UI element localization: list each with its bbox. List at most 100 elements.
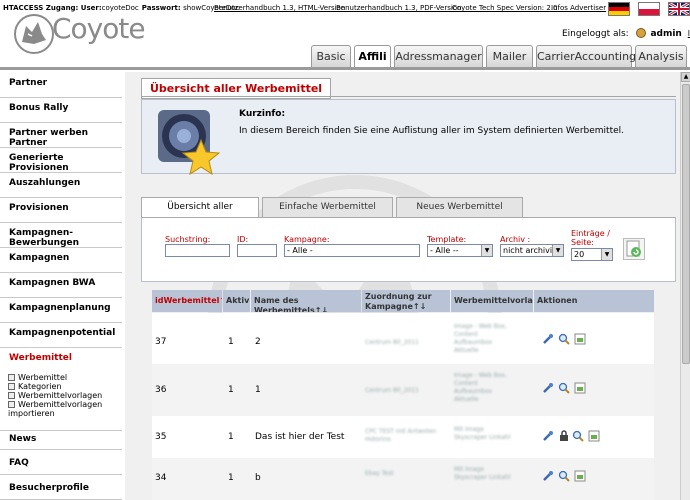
- preview-image-icon[interactable]: [574, 333, 586, 345]
- list-icon: [8, 374, 15, 381]
- htaccess-info: HTACCESS Zugang: User:coyoteDoc Passwort:…: [3, 4, 239, 12]
- lock-icon[interactable]: [558, 430, 570, 442]
- sidebar-item-kampagnenplanung[interactable]: Kampagnenplanung: [0, 303, 122, 323]
- refresh-icon: [626, 240, 641, 257]
- edit-tool-icon[interactable]: [542, 430, 554, 442]
- cell-id: 35: [155, 432, 167, 442]
- tab-adressmanager[interactable]: Adressmanager: [394, 45, 483, 67]
- cell-name: Das ist hier der Test: [255, 432, 345, 442]
- eintraege-select[interactable]: 20 ▼: [571, 248, 613, 261]
- list-icon: [8, 392, 15, 399]
- edit-tool-icon[interactable]: [542, 470, 554, 482]
- suchstring-input[interactable]: [165, 244, 230, 257]
- title-underline: [141, 96, 676, 97]
- archiv-select[interactable]: nicht archiviert ▼: [500, 244, 564, 257]
- preview-image-icon[interactable]: [574, 382, 586, 394]
- col-header-id[interactable]: idWerbemittel↑↓: [152, 290, 222, 312]
- sidebar-item-provisionen[interactable]: Provisionen: [0, 203, 122, 223]
- edit-tool-icon[interactable]: [542, 333, 554, 345]
- sidebar-sub-werbemittelvorlagen[interactable]: Werbemittelvorlagen: [8, 391, 102, 400]
- col-header-vorlage: Werbemittelvorlage: [451, 290, 533, 312]
- table-row: 36 1 1 Centrum 80_2011 Image - Web Box, …: [152, 364, 654, 416]
- tab-carrieraccounting[interactable]: CarrierAccounting: [536, 45, 636, 67]
- sidebar-sub-kategorien[interactable]: Kategorien: [8, 382, 62, 391]
- chevron-down-icon: ▼: [481, 245, 492, 256]
- tab-affili[interactable]: Affili: [354, 45, 391, 68]
- link-handbook-html[interactable]: Benutzerhandbuch 1.3, HTML-Version: [214, 4, 345, 12]
- sidebar-item-kampagnenpotential[interactable]: Kampagnenpotential: [0, 328, 122, 348]
- edit-tool-icon[interactable]: [542, 382, 554, 394]
- id-label: ID:: [237, 235, 249, 244]
- sidebar-item-besucherprofile[interactable]: Besucherprofile: [0, 480, 122, 500]
- htaccess-user: coyoteDoc: [101, 4, 139, 12]
- tab-basic[interactable]: Basic: [311, 45, 351, 67]
- sidebar-item-kampagnen-bwa[interactable]: Kampagnen BWA: [0, 278, 122, 298]
- cell-vorlage: Image - Web Box, Content Aufbaumbox Aktu…: [454, 323, 507, 354]
- sidebar-item-partner-werben[interactable]: Partner werben Partner: [0, 128, 122, 148]
- info-box: Kurzinfo: In diesem Bereich finden Sie e…: [141, 99, 676, 176]
- sub-tabs: Übersicht aller Werbemittel Einfache Wer…: [141, 197, 676, 231]
- tab-mailer[interactable]: Mailer: [486, 45, 533, 67]
- search-icon[interactable]: [572, 430, 584, 442]
- flag-pl-icon[interactable]: [638, 2, 660, 16]
- link-infos-advertiser[interactable]: Infos Advertiser: [551, 4, 606, 12]
- subtab-einfache-anlegen[interactable]: Einfache Werbemittel anlegen: [262, 197, 393, 231]
- list-icon: [8, 401, 15, 408]
- chevron-down-icon: ▼: [601, 249, 612, 260]
- sidebar-item-bonus-rally[interactable]: Bonus Rally: [0, 103, 122, 123]
- link-tech-spec[interactable]: Coyote Tech Spec Version: 2.0: [452, 4, 558, 12]
- cell-vorlage: Mit Image Skyscraper Linkahl: [454, 426, 511, 441]
- logged-in-label: Eingeloggt als:: [562, 29, 629, 39]
- cell-aktiv: 1: [228, 473, 234, 483]
- suchstring-label: Suchstring:: [165, 235, 211, 244]
- cell-aktiv: 1: [228, 337, 234, 347]
- col-header-kampagne[interactable]: Zuordnung zur Kampagne↑↓: [362, 290, 450, 312]
- sidebar-item-kampagnen[interactable]: Kampagnen: [0, 253, 122, 273]
- preview-image-icon[interactable]: [588, 430, 600, 442]
- cell-kampagne: Ebay Test: [365, 470, 394, 477]
- sidebar-sub-vorlagen-importieren[interactable]: Werbemittelvorlagen importieren: [8, 400, 108, 418]
- sidebar-item-news[interactable]: News: [0, 430, 122, 450]
- cell-name: 1: [255, 385, 261, 395]
- table-row: 34 1 b Ebay Test Mit Image Skyscraper Li…: [152, 458, 654, 500]
- scrollbar-thumb[interactable]: [682, 84, 690, 364]
- template-select[interactable]: - Alle -- ▼: [427, 244, 493, 257]
- search-icon[interactable]: [558, 333, 570, 345]
- chevron-down-icon: ▼: [552, 245, 563, 256]
- main-tabs: Basic Affili Adressmanager Mailer Carrie…: [0, 45, 690, 68]
- table-row: 37 1 2 Centrum 80_2011 Image - Web Box, …: [152, 313, 654, 364]
- vertical-scrollbar[interactable]: ▲: [680, 72, 690, 500]
- subtab-overview[interactable]: Übersicht aller Werbemittel: [141, 197, 259, 231]
- search-icon[interactable]: [558, 470, 570, 482]
- cell-name: b: [255, 473, 261, 483]
- scroll-up-icon[interactable]: ▲: [681, 72, 690, 82]
- tab-divider: [0, 67, 690, 70]
- info-text: In diesem Bereich finden Sie eine Auflis…: [239, 126, 624, 136]
- sidebar-item-kampagnen-bewerbungen[interactable]: Kampagnen-Bewerbungen: [0, 228, 122, 248]
- sidebar-item-partner[interactable]: Partner: [0, 78, 122, 98]
- subtab-neues-definieren[interactable]: Neues Werbemittel definieren: [396, 197, 523, 231]
- refresh-button[interactable]: [623, 238, 645, 260]
- sidebar-item-faq[interactable]: FAQ: [0, 455, 122, 475]
- flag-uk-icon[interactable]: [668, 2, 690, 16]
- sidebar-sub-label: Werbemittelvorlagen importieren: [8, 400, 103, 418]
- eintraege-value: 20: [574, 250, 585, 259]
- flag-de-icon[interactable]: [608, 2, 630, 16]
- cell-vorlage: Mit Image Skyscraper Linkahl: [454, 466, 511, 481]
- sidebar: Partner Bonus Rally Partner werben Partn…: [0, 72, 125, 500]
- cell-name: 2: [255, 337, 261, 347]
- link-handbook-pdf[interactable]: Benutzerhandbuch 1.3, PDF-Version: [336, 4, 462, 12]
- sidebar-sub-label: Werbemittelvorlagen: [18, 391, 103, 400]
- col-header-name[interactable]: Name des Werbemittels↑↓: [251, 290, 361, 312]
- preview-image-icon[interactable]: [574, 470, 586, 482]
- eintraege-label: Einträge /: [571, 229, 610, 238]
- kampagne-select[interactable]: - Alle -: [284, 244, 420, 257]
- sidebar-sub-werbemittel[interactable]: Werbemittel: [8, 373, 67, 382]
- id-input[interactable]: [237, 244, 277, 257]
- sidebar-item-werbemittel[interactable]: Werbemittel: [0, 353, 122, 370]
- tab-analysis[interactable]: Analysis: [635, 45, 687, 67]
- flag-uk-graphic: [669, 3, 689, 15]
- sidebar-item-auszahlungen[interactable]: Auszahlungen: [0, 178, 122, 198]
- sidebar-item-generierte-provisionen[interactable]: Generierte Provisionen: [0, 153, 122, 173]
- search-icon[interactable]: [558, 382, 570, 394]
